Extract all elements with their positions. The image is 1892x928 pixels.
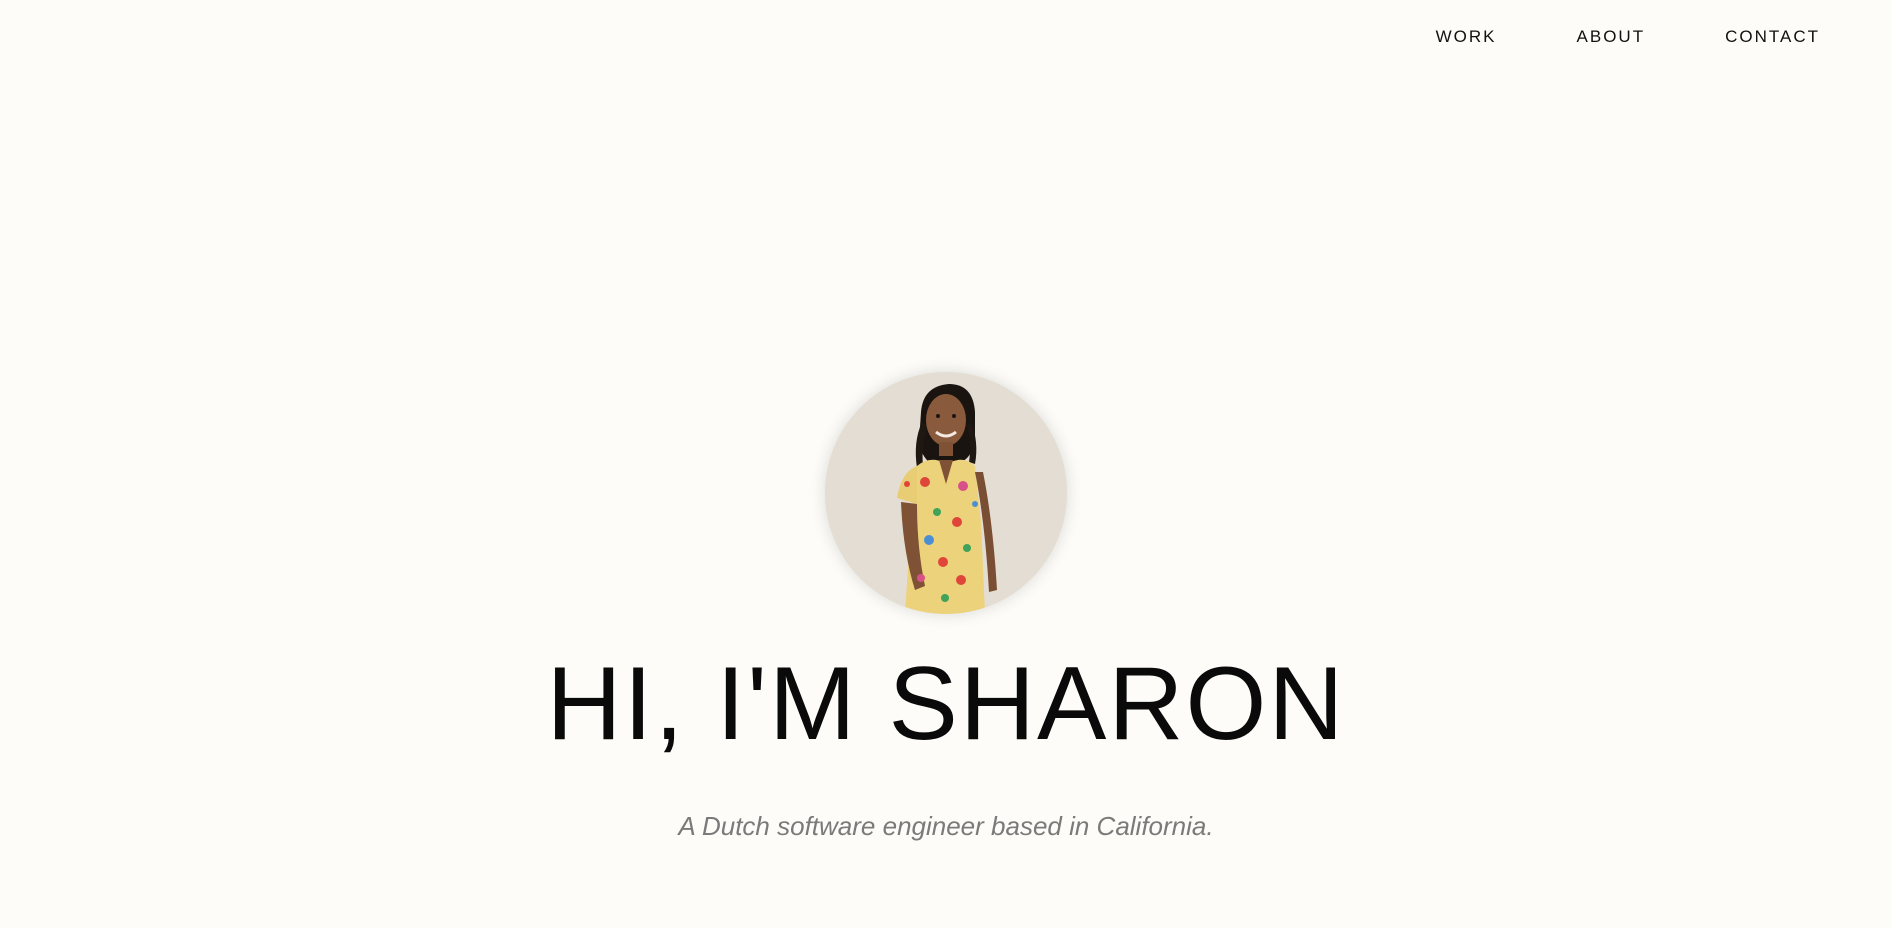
page: WORK ABOUT CONTACT HI, I'M SHARON A Dutc… — [0, 0, 1892, 928]
nav-link-contact[interactable]: CONTACT — [1725, 24, 1820, 50]
top-nav: WORK ABOUT CONTACT — [1356, 24, 1820, 50]
portrait-photo-icon — [897, 384, 997, 614]
hero-section: HI, I'M SHARON A Dutch software engineer… — [0, 372, 1892, 842]
hero-title: HI, I'M SHARON — [546, 646, 1346, 762]
hero-subtitle: A Dutch software engineer based in Calif… — [678, 811, 1214, 841]
avatar — [825, 372, 1067, 614]
nav-link-about[interactable]: ABOUT — [1577, 24, 1646, 50]
nav-link-work[interactable]: WORK — [1436, 24, 1497, 50]
